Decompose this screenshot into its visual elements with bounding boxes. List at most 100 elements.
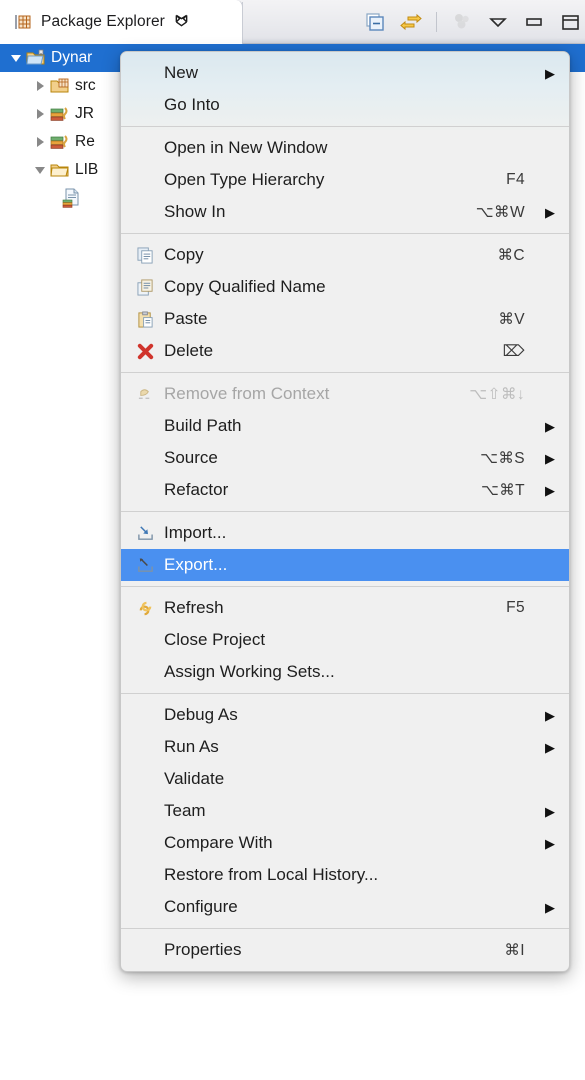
menu-item-label: Export... (164, 555, 228, 574)
menu-group: New ▶ Go Into ▶ (121, 57, 569, 121)
menu-item-accelerator: F4 (506, 171, 525, 188)
menu-item-accelerator: ⌘I (504, 941, 525, 959)
view-tab-bar: Package Explorer (0, 0, 585, 44)
focus-on-active-task-icon[interactable] (451, 11, 473, 33)
menu-item-label: Show In (164, 202, 226, 221)
menu-item-properties[interactable]: Properties ⌘I ▶ (121, 934, 569, 966)
menu-item-close-project[interactable]: Close Project ▶ (121, 624, 569, 656)
menu-item-export[interactable]: Export... ▶ (121, 549, 569, 581)
menu-item-configure[interactable]: Configure ▶ (121, 891, 569, 923)
twisty-collapsed-icon[interactable] (32, 106, 48, 122)
menu-item-label: Refactor (164, 480, 229, 499)
tree-label: LIB (75, 161, 99, 178)
menu-group: Refresh F5 ▶ Close Project ▶ Assign Work… (121, 592, 569, 688)
remove-from-context-icon (134, 384, 156, 404)
twisty-expanded-icon[interactable] (8, 50, 24, 66)
submenu-arrow-icon: ▶ (545, 482, 555, 498)
menu-item-validate[interactable]: Validate ▶ (121, 763, 569, 795)
menu-item-icon-slot (134, 769, 156, 789)
menu-separator (121, 928, 569, 929)
menu-item-icon-slot (134, 630, 156, 650)
menu-item-icon-slot (134, 480, 156, 500)
menu-item-debug-as[interactable]: Debug As ▶ (121, 699, 569, 731)
menu-item-label: Configure (164, 897, 238, 916)
menu-item-copy-qualified-name[interactable]: Copy Qualified Name ▶ (121, 271, 569, 303)
menu-item-refactor[interactable]: Refactor ⌥⌘T ▶ (121, 474, 569, 506)
view-menu-icon[interactable] (487, 11, 509, 33)
menu-item-team[interactable]: Team ▶ (121, 795, 569, 827)
menu-item-label: Remove from Context (164, 384, 330, 403)
twisty-collapsed-icon[interactable] (32, 134, 48, 150)
import-icon (134, 523, 156, 543)
menu-item-label: Assign Working Sets... (164, 662, 335, 681)
menu-item-label: Validate (164, 769, 225, 788)
menu-item-copy[interactable]: Copy ⌘C ▶ (121, 239, 569, 271)
menu-item-delete[interactable]: Delete ⌦ ▶ (121, 335, 569, 367)
menu-item-compare-with[interactable]: Compare With ▶ (121, 827, 569, 859)
paste-icon (134, 309, 156, 329)
link-with-editor-icon[interactable] (400, 11, 422, 33)
menu-item-icon-slot (134, 662, 156, 682)
menu-item-accelerator: ⌘C (497, 246, 525, 264)
package-explorer-icon (14, 13, 32, 31)
tree-label: Dynar (51, 49, 93, 66)
menu-item-assign-working-sets[interactable]: Assign Working Sets... ▶ (121, 656, 569, 688)
tree-label: JR (75, 105, 94, 122)
context-menu[interactable]: New ▶ Go Into ▶ Open in New Window ▶ (120, 51, 570, 972)
menu-item-accelerator: F5 (506, 599, 525, 616)
menu-item-label: Compare With (164, 833, 273, 852)
menu-separator (121, 126, 569, 127)
menu-separator (121, 372, 569, 373)
maximize-icon[interactable] (559, 11, 581, 33)
menu-item-label: Go Into (164, 95, 220, 114)
menu-separator (121, 693, 569, 694)
menu-item-icon-slot (134, 705, 156, 725)
menu-item-run-as[interactable]: Run As ▶ (121, 731, 569, 763)
menu-item-label: Import... (164, 523, 227, 542)
submenu-arrow-icon: ▶ (545, 803, 555, 819)
close-icon[interactable] (174, 13, 189, 31)
menu-item-label: Paste (164, 309, 208, 328)
menu-item-accelerator: ⌥⌘W (475, 203, 525, 221)
copy-icon (134, 245, 156, 265)
menu-item-label: Build Path (164, 416, 242, 435)
collapse-all-icon[interactable] (364, 11, 386, 33)
menu-group: Open in New Window ▶ Open Type Hierarchy… (121, 132, 569, 228)
minimize-icon[interactable] (523, 11, 545, 33)
menu-item-refresh[interactable]: Refresh F5 ▶ (121, 592, 569, 624)
twisty-collapsed-icon[interactable] (32, 78, 48, 94)
twisty-expanded-icon[interactable] (32, 162, 48, 178)
menu-item-accelerator: ⌦ (502, 342, 525, 360)
menu-item-accelerator: ⌥⌘S (480, 449, 525, 467)
menu-group: Debug As ▶ Run As ▶ Validate ▶ Team ▶ (121, 699, 569, 923)
refresh-icon (134, 598, 156, 618)
jar-file-icon (62, 188, 82, 208)
folder-icon (50, 160, 70, 180)
menu-item-icon-slot (134, 865, 156, 885)
menu-item-label: Copy (164, 245, 204, 264)
menu-item-source[interactable]: Source ⌥⌘S ▶ (121, 442, 569, 474)
menu-item-icon-slot (134, 170, 156, 190)
menu-separator (121, 233, 569, 234)
menu-item-open-type-hierarchy[interactable]: Open Type Hierarchy F4 ▶ (121, 164, 569, 196)
menu-item-show-in[interactable]: Show In ⌥⌘W ▶ (121, 196, 569, 228)
menu-item-new[interactable]: New ▶ (121, 57, 569, 89)
menu-item-import[interactable]: Import... ▶ (121, 517, 569, 549)
menu-item-icon-slot (134, 63, 156, 83)
menu-item-label: Run As (164, 737, 219, 756)
submenu-arrow-icon: ▶ (545, 418, 555, 434)
menu-item-build-path[interactable]: Build Path ▶ (121, 410, 569, 442)
menu-item-accelerator: ⌘V (498, 310, 525, 328)
menu-item-icon-slot (134, 737, 156, 757)
menu-item-paste[interactable]: Paste ⌘V ▶ (121, 303, 569, 335)
menu-item-icon-slot (134, 95, 156, 115)
menu-item-icon-slot (134, 138, 156, 158)
submenu-arrow-icon: ▶ (545, 204, 555, 220)
menu-item-open-in-new-window[interactable]: Open in New Window ▶ (121, 132, 569, 164)
menu-item-go-into[interactable]: Go Into ▶ (121, 89, 569, 121)
menu-item-accelerator: ⌥⌘T (480, 481, 525, 499)
menu-item-restore-from-local-history[interactable]: Restore from Local History... ▶ (121, 859, 569, 891)
tab-package-explorer[interactable]: Package Explorer (0, 0, 243, 44)
menu-item-label: Delete (164, 341, 214, 360)
menu-item-label: Copy Qualified Name (164, 277, 326, 296)
